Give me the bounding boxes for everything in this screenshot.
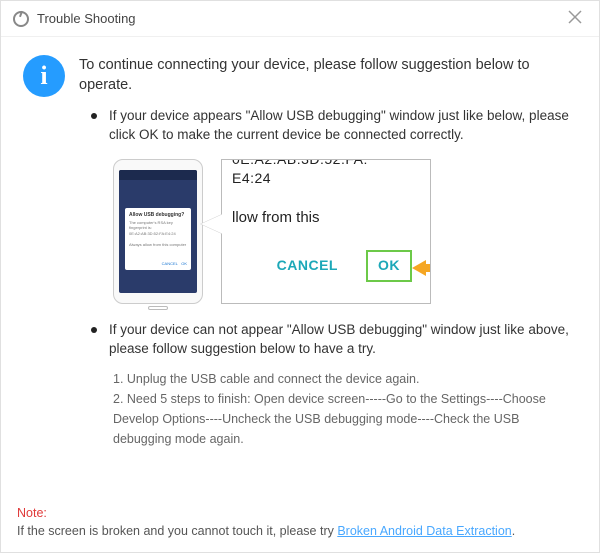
step-1: 1. Unplug the USB cable and connect the … (113, 369, 577, 389)
phone-popup: Allow USB debugging? The computer's RSA … (125, 208, 191, 270)
popup-check: Always allow from this computer (129, 243, 187, 248)
bullet-1-text: If your device appears "Allow USB debugg… (109, 106, 577, 145)
bullet-dot (91, 113, 97, 119)
zoom-ok-label: OK (378, 257, 400, 273)
content-area: i To continue connecting your device, pl… (1, 37, 599, 459)
callout-pointer (201, 214, 223, 234)
illustration: Allow USB debugging? The computer's RSA … (113, 159, 443, 304)
popup-buttons: CANCEL OK (162, 261, 187, 267)
main-text: To continue connecting your device, plea… (79, 55, 577, 449)
home-button-icon (148, 306, 168, 310)
fingerprint-line: 0E:A2:AB:3D:52:FA: (221, 159, 431, 170)
close-icon (567, 9, 583, 25)
arrow-icon (412, 260, 431, 276)
broken-android-link[interactable]: Broken Android Data Extraction (337, 524, 511, 538)
bullet-dot (91, 327, 97, 333)
window-title: Trouble Shooting (37, 11, 563, 26)
info-icon: i (23, 55, 65, 97)
popup-line: 0E:A2:AB:3D:52:FA:E4:24 (129, 232, 187, 237)
note-text: If the screen is broken and you cannot t… (17, 524, 337, 538)
fingerprint-line: E4:24 (221, 169, 431, 189)
popup-line: The computer's RSA key fingerprint is: (129, 221, 187, 231)
allow-from-text: llow from this (221, 207, 431, 228)
bullet-2-text: If your device can not appear "Allow USB… (109, 320, 577, 359)
note-block: Note: If the screen is broken and you ca… (17, 505, 583, 540)
titlebar: Trouble Shooting (1, 1, 599, 37)
bullet-1: If your device appears "Allow USB debugg… (79, 106, 577, 145)
app-icon (13, 11, 29, 27)
step-2: 2. Need 5 steps to finish: Open device s… (113, 389, 577, 449)
note-text-after: . (512, 524, 515, 538)
phone-screen: Allow USB debugging? The computer's RSA … (119, 170, 197, 293)
note-label: Note: (17, 506, 47, 520)
steps-block: 1. Unplug the USB cable and connect the … (79, 369, 577, 449)
phone-mockup: Allow USB debugging? The computer's RSA … (113, 159, 203, 304)
popup-title: Allow USB debugging? (129, 212, 187, 219)
popup-ok: OK (181, 261, 187, 266)
zoom-buttons: CANCEL OK (221, 228, 431, 282)
heading-text: To continue connecting your device, plea… (79, 55, 577, 96)
zoom-panel: 0E:A2:AB:3D:52:FA: E4:24 llow from this … (221, 159, 431, 304)
bullet-2: If your device can not appear "Allow USB… (79, 320, 577, 359)
zoom-ok-highlight: OK (366, 250, 412, 282)
popup-cancel: CANCEL (162, 261, 178, 266)
zoom-cancel-label: CANCEL (277, 256, 338, 276)
close-button[interactable] (563, 9, 587, 29)
